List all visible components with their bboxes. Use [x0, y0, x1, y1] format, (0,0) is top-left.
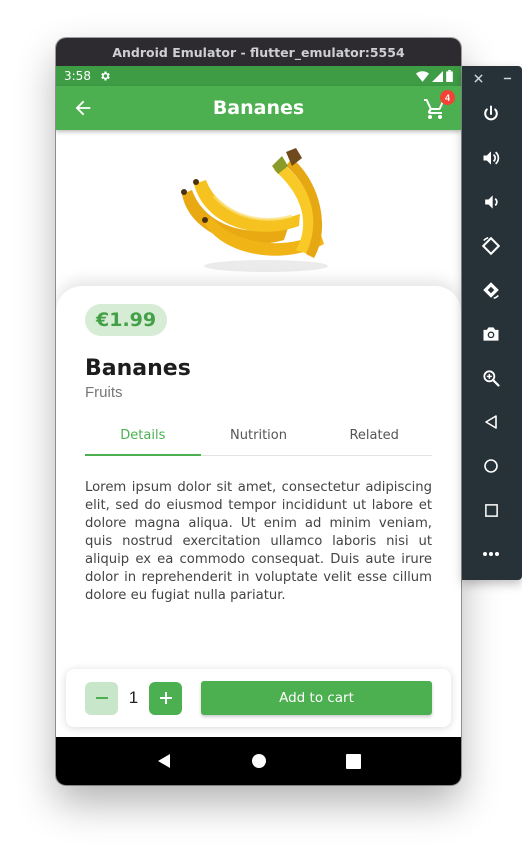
- product-description: Lorem ipsum dolor sit amet, consectetur …: [85, 480, 432, 603]
- plus-icon: [159, 692, 172, 704]
- back-icon[interactable]: [479, 410, 503, 434]
- side-window-controls: [474, 74, 512, 83]
- screen: Android Emulator - flutter_emulator:5554…: [0, 0, 522, 860]
- nav-back-icon[interactable]: [156, 753, 172, 769]
- add-to-cart-button[interactable]: Add to cart: [201, 681, 432, 715]
- window-title: Android Emulator - flutter_emulator:5554: [112, 44, 405, 60]
- volume-down-icon[interactable]: [479, 190, 503, 214]
- window-titlebar[interactable]: Android Emulator - flutter_emulator:5554: [56, 38, 461, 66]
- product-category: Fruits: [85, 384, 123, 401]
- close-icon[interactable]: [474, 74, 483, 83]
- nav-recents-icon[interactable]: [346, 753, 362, 769]
- battery-icon: [446, 70, 453, 82]
- status-bar: 3:58: [56, 66, 461, 86]
- app-bar: Bananes 4: [56, 86, 461, 130]
- tab-bar: Details Nutrition Related: [85, 419, 432, 456]
- arrow-back-icon[interactable]: [72, 97, 94, 119]
- product-name: Bananes: [85, 356, 191, 381]
- home-icon[interactable]: [479, 454, 503, 478]
- add-to-cart-bar: 1 Add to cart: [66, 669, 451, 727]
- more-icon[interactable]: [479, 542, 503, 566]
- banana-image: [174, 144, 344, 274]
- settings-gear-icon: [99, 70, 111, 82]
- rotate-right-icon[interactable]: [479, 278, 503, 302]
- emulator-side-toolbar: [462, 66, 522, 580]
- volume-up-icon[interactable]: [479, 146, 503, 170]
- decrease-quantity-button[interactable]: [85, 681, 118, 715]
- quantity-value: 1: [128, 688, 139, 707]
- power-icon[interactable]: [479, 102, 503, 126]
- signal-icon: [432, 70, 443, 82]
- minus-icon: [95, 697, 108, 699]
- emulator-window: Android Emulator - flutter_emulator:5554…: [56, 38, 461, 785]
- tab-details[interactable]: Details: [85, 419, 201, 456]
- camera-icon[interactable]: [479, 322, 503, 346]
- rotate-left-icon[interactable]: [479, 234, 503, 258]
- price-tag: €1.99: [85, 304, 168, 336]
- zoom-icon[interactable]: [479, 366, 503, 390]
- nav-home-icon[interactable]: [251, 753, 267, 769]
- tab-nutrition[interactable]: Nutrition: [201, 419, 317, 455]
- android-nav-bar: [56, 737, 461, 785]
- page-title: Bananes: [212, 97, 305, 119]
- status-time: 3:58: [64, 69, 91, 83]
- overview-icon[interactable]: [479, 498, 503, 522]
- tab-related[interactable]: Related: [316, 419, 432, 455]
- wifi-icon: [416, 70, 429, 82]
- product-content: €1.99 Bananes Fruits Details Nutrition R…: [56, 130, 461, 737]
- increase-quantity-button[interactable]: [149, 681, 182, 715]
- minimize-icon[interactable]: [503, 74, 512, 83]
- cart-count-badge: 4: [440, 90, 455, 105]
